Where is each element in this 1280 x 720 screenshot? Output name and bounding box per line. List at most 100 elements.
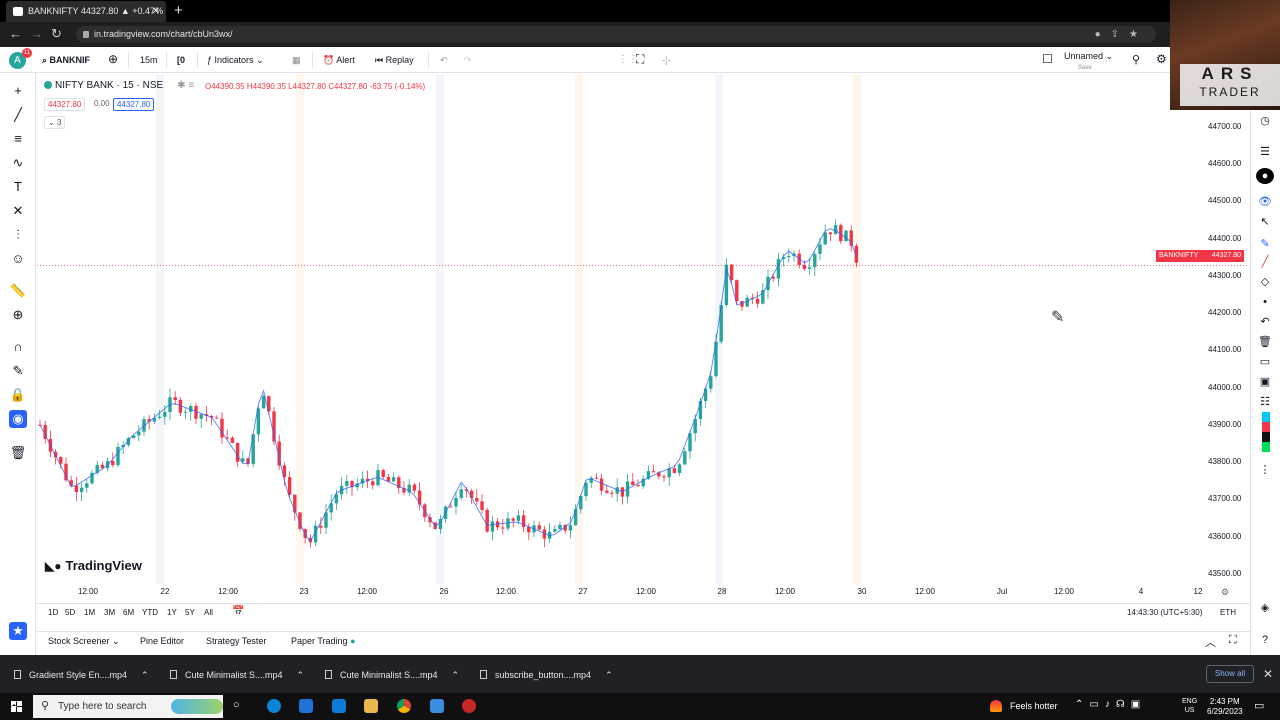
mail-icon[interactable]: [332, 699, 346, 713]
tab-paper-trading[interactable]: Paper Trading ●: [291, 636, 356, 646]
download-item[interactable]: Cute Minimalist S....mp4 ⌃: [325, 670, 459, 681]
range-button-1d[interactable]: 1D: [48, 608, 58, 617]
eraser-icon[interactable]: ◇: [1256, 274, 1274, 290]
watchlist-icon[interactable]: ◷: [1256, 113, 1274, 129]
edge-icon[interactable]: [267, 699, 281, 713]
close-tab-icon[interactable]: ✕: [152, 1, 160, 22]
system-tray-icons[interactable]: ⌃▭♪☊▣: [1075, 699, 1146, 710]
app-icon[interactable]: [430, 699, 444, 713]
layout-menu-button[interactable]: Unnamed ⌄ Save: [1064, 51, 1113, 73]
taskbar-search-input[interactable]: ⚲ Type here to search: [33, 695, 223, 718]
layers-icon[interactable]: ◈: [1256, 600, 1274, 616]
price-chart[interactable]: ✎: [37, 74, 1247, 584]
templates-icon[interactable]: ▦: [292, 53, 301, 67]
store-icon[interactable]: [299, 699, 313, 713]
go-to-date-icon[interactable]: 📅: [232, 606, 244, 617]
symbol-legend[interactable]: NIFTY BANK · 15 · NSE ✱ ≡: [44, 80, 194, 91]
indicators-collapse-button[interactable]: ⌄ 3: [44, 116, 66, 129]
dot-icon[interactable]: •: [1256, 294, 1274, 310]
screen-icon[interactable]: ▭: [1256, 354, 1274, 370]
help-icon[interactable]: ?: [1256, 632, 1274, 648]
crosshair-icon[interactable]: -¦-: [662, 53, 670, 67]
visibility-icon[interactable]: 👁: [1256, 194, 1274, 210]
trend-line-tool-icon[interactable]: ╱: [9, 106, 27, 124]
undo-icon[interactable]: ↶: [440, 53, 448, 67]
tab-pine-editor[interactable]: Pine Editor: [140, 636, 184, 646]
task-view-icon[interactable]: ○: [233, 699, 240, 711]
brush-tool-icon[interactable]: ∿: [9, 154, 27, 172]
range-button-5y[interactable]: 5Y: [185, 608, 195, 617]
indicators-button[interactable]: ƒ Indicators ⌄: [207, 53, 264, 67]
delete-draw-icon[interactable]: 🗑: [1256, 334, 1274, 350]
reload-icon[interactable]: ↻: [51, 26, 62, 42]
replay-button[interactable]: ⏮ Replay: [375, 53, 414, 67]
settings-icon[interactable]: ⚙: [1156, 53, 1167, 66]
forward-icon[interactable]: →: [30, 26, 43, 41]
language-indicator[interactable]: ENG US: [1182, 697, 1197, 715]
address-bar-icons[interactable]: ●⇪★: [1095, 26, 1148, 43]
session-toggle[interactable]: ETH: [1220, 608, 1236, 617]
chart-clock[interactable]: 14:43:30 (UTC+5:30): [1127, 608, 1202, 617]
text-tool-icon[interactable]: T: [9, 178, 27, 196]
alerts-panel-icon[interactable]: ☰: [1256, 144, 1274, 160]
url-field[interactable]: in.tradingview.com/chart/cbUn3wx/ ●⇪★: [76, 26, 1156, 43]
notes-icon[interactable]: ☷: [1256, 394, 1274, 410]
icons-tool-icon[interactable]: ☺: [9, 250, 27, 268]
symbol-search-button[interactable]: ⌕ BANKNIF: [42, 53, 90, 67]
range-button-ytd[interactable]: YTD: [142, 608, 158, 617]
prediction-tool-icon[interactable]: ⫶: [9, 226, 27, 244]
download-item[interactable]: subscribe_button....mp4 ⌃: [480, 670, 613, 681]
range-button-3m[interactable]: 3M: [104, 608, 115, 617]
range-button-all[interactable]: All: [204, 608, 213, 617]
remove-drawings-icon[interactable]: 🗑: [9, 444, 27, 462]
back-icon[interactable]: ←: [9, 26, 22, 41]
undo-draw-icon[interactable]: ↶: [1256, 314, 1274, 330]
quick-search-icon[interactable]: ⚲: [1132, 53, 1140, 67]
alert-button[interactable]: ⏰ Alert: [323, 53, 355, 67]
weather-text[interactable]: Feels hotter: [1010, 701, 1058, 711]
color-palette[interactable]: [1262, 412, 1270, 452]
interval-button[interactable]: 15m: [140, 53, 158, 67]
new-tab-icon[interactable]: +: [174, 1, 183, 21]
more-tools-icon[interactable]: ⋮: [1256, 462, 1274, 478]
range-button-5d[interactable]: 5D: [65, 608, 75, 617]
pencil-icon[interactable]: ✎: [1256, 236, 1274, 252]
tab-stock-screener[interactable]: Stock Screener ⌄: [48, 636, 120, 647]
close-downloads-icon[interactable]: ✕: [1263, 667, 1273, 681]
range-button-1m[interactable]: 1M: [84, 608, 95, 617]
cursor-icon[interactable]: ↖: [1256, 214, 1274, 230]
camera-icon[interactable]: ▣: [1256, 374, 1274, 390]
fullscreen-icon[interactable]: ⛶: [636, 53, 644, 66]
notifications-icon[interactable]: ▭: [1254, 699, 1264, 712]
download-item[interactable]: Cute Minimalist S....mp4 ⌃: [170, 670, 304, 681]
buy-price-box[interactable]: 44327.80: [113, 98, 155, 111]
stay-drawing-tool-icon[interactable]: ✎: [9, 362, 27, 380]
collapse-panel-icon[interactable]: ︿: [1205, 634, 1216, 650]
hide-drawings-icon[interactable]: ◉: [9, 410, 27, 428]
lock-drawings-icon[interactable]: 🔒: [9, 386, 27, 404]
axis-settings-icon[interactable]: ⚙: [1221, 587, 1229, 598]
file-explorer-icon[interactable]: [364, 699, 378, 713]
drag-handle-icon[interactable]: ⋮⋮: [618, 53, 638, 67]
sell-price-box[interactable]: 44327.80: [44, 98, 86, 111]
show-all-downloads-button[interactable]: Show all: [1206, 665, 1254, 683]
download-item[interactable]: Gradient Style En....mp4 ⌃: [14, 670, 149, 681]
chart-type-icon[interactable]: [0: [177, 53, 185, 67]
magnet-tool-icon[interactable]: ∩: [9, 338, 27, 356]
zoom-tool-icon[interactable]: ⊕: [9, 306, 27, 324]
chrome-icon[interactable]: [397, 699, 411, 713]
maximize-panel-icon[interactable]: ⛶: [1229, 634, 1237, 647]
compare-symbol-icon[interactable]: ⊕: [108, 53, 118, 66]
ruler-tool-icon[interactable]: 📏: [9, 282, 27, 300]
favorites-star-icon[interactable]: ★: [9, 622, 27, 640]
tab-strategy-tester[interactable]: Strategy Tester: [206, 636, 266, 646]
range-button-1y[interactable]: 1Y: [167, 608, 177, 617]
legend-options-icon[interactable]: ✱ ≡: [177, 80, 194, 91]
taskbar-clock[interactable]: 2:43 PM 6/29/2023: [1207, 697, 1243, 717]
redo-icon[interactable]: ↷: [464, 53, 472, 67]
pattern-tool-icon[interactable]: ✕: [9, 202, 27, 220]
browser-tab[interactable]: BANKNIFTY 44327.80 ▲ +0.47% ✕: [6, 1, 166, 22]
app-icon[interactable]: [462, 699, 476, 713]
range-button-6m[interactable]: 6M: [123, 608, 134, 617]
fib-tool-icon[interactable]: ≡: [9, 130, 27, 148]
